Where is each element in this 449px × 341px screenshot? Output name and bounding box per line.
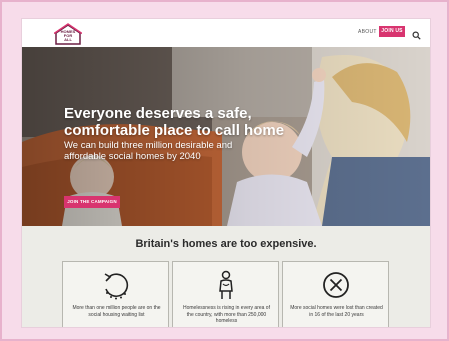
fact-card-waiting-list: More than one million people are on the …: [62, 261, 169, 327]
join-us-button[interactable]: JOIN US: [379, 26, 405, 37]
fact-card-homelessness: Homelessness is rising in every area of …: [172, 261, 279, 327]
fact-text: More social homes were lost than created…: [290, 305, 383, 318]
facts-section: Britain's homes are too expensive. More …: [22, 226, 430, 327]
fact-card-homes-lost: More social homes were lost than created…: [282, 261, 389, 327]
x-circle-icon: [320, 269, 352, 301]
hero-subtitle: We can build three million desirable and…: [64, 140, 233, 162]
fact-text: Homelessness is rising in every area of …: [183, 305, 270, 324]
page-frame: HOMES FOR ALL ABOUT JOIN US Everyone des…: [0, 0, 449, 341]
join-campaign-button[interactable]: JOIN THE CAMPAIGN: [64, 196, 120, 208]
waiting-circle-arrow-icon: [100, 269, 132, 301]
website-screenshot: HOMES FOR ALL ABOUT JOIN US Everyone des…: [22, 19, 430, 327]
fact-text: More than one million people are on the …: [72, 305, 161, 318]
site-logo[interactable]: HOMES FOR ALL: [54, 23, 82, 45]
nav-about-link[interactable]: ABOUT: [358, 29, 377, 35]
search-button[interactable]: [412, 27, 421, 40]
section-title: Britain's homes are too expensive.: [135, 238, 317, 250]
site-header: HOMES FOR ALL ABOUT JOIN US: [22, 19, 430, 47]
hero-banner: Everyone deserves a safe, comfortable pl…: [22, 47, 430, 226]
logo-text: HOMES FOR ALL: [60, 29, 76, 42]
homeless-person-icon: [210, 269, 242, 301]
hero-title: Everyone deserves a safe, comfortable pl…: [64, 105, 285, 139]
search-icon: [412, 31, 421, 40]
